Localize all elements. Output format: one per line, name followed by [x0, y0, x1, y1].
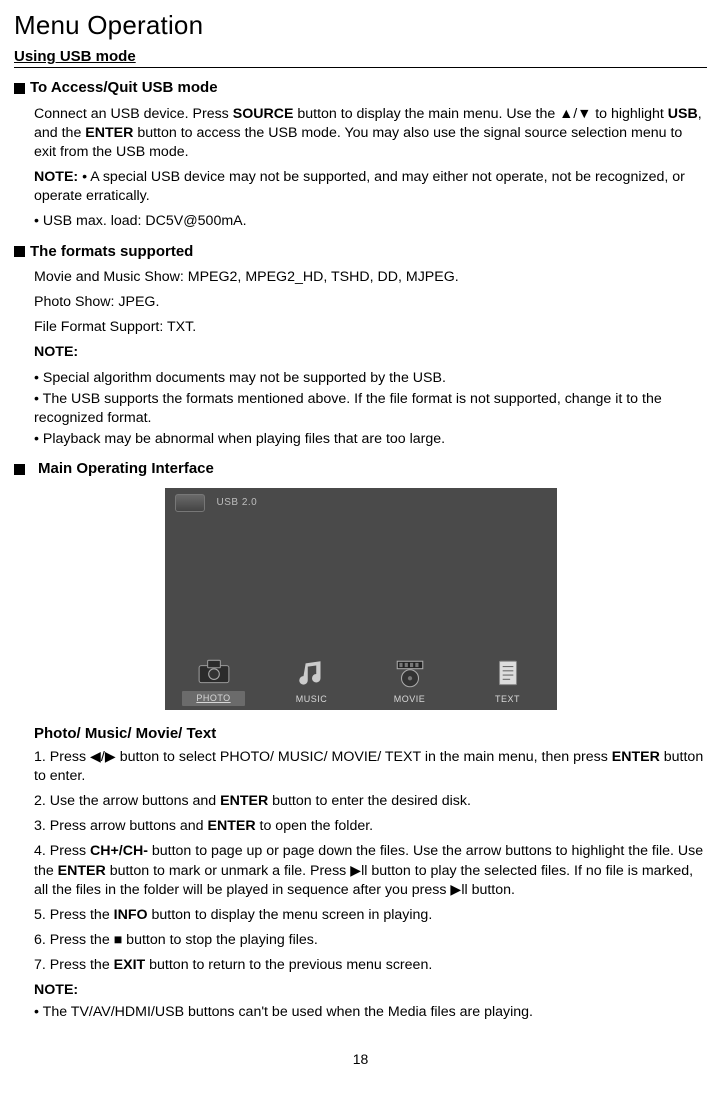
- bullet-line: • Playback may be abnormal when playing …: [34, 430, 707, 449]
- note-label: NOTE:: [34, 343, 707, 362]
- usb-version-label: USB 2.0: [217, 496, 258, 510]
- text: button to stop the playing files.: [122, 932, 318, 948]
- note-line: • The TV/AV/HDMI/USB buttons can't be us…: [34, 1003, 707, 1022]
- enter-label: ENTER: [208, 818, 256, 834]
- square-bullet-icon: [14, 83, 25, 94]
- text: button to enter the desired disk.: [268, 793, 471, 809]
- step-6: 6. Press the ■ button to stop the playin…: [34, 931, 707, 950]
- step-1: 1. Press ◀/▶ button to select PHOTO/ MUS…: [34, 748, 707, 786]
- usb-item-label: TEXT: [495, 693, 520, 705]
- text: button to select PHOTO/ MUSIC/ MOVIE/ TE…: [116, 749, 612, 765]
- sub-heading: Photo/ Music/ Movie/ Text: [34, 724, 707, 744]
- enter-label: ENTER: [85, 125, 133, 141]
- bullet-line: • Special algorithm documents may not be…: [34, 369, 707, 388]
- step-7: 7. Press the EXIT button to return to th…: [34, 956, 707, 975]
- section-subtitle: Using USB mode: [14, 47, 136, 67]
- text: 1. Press: [34, 749, 90, 765]
- usb-item-label: MOVIE: [394, 693, 426, 705]
- text-line: File Format Support: TXT.: [34, 318, 707, 337]
- play-pause-icon: ▶ll: [450, 882, 467, 898]
- note-label: NOTE:: [34, 981, 707, 1000]
- text: 4. Press: [34, 843, 90, 859]
- usb-item-text[interactable]: TEXT: [459, 648, 557, 710]
- music-note-icon: [292, 657, 332, 691]
- section-access-quit: To Access/Quit USB mode Connect an USB d…: [14, 78, 707, 231]
- text-line: Movie and Music Show: MPEG2, MPEG2_HD, T…: [34, 268, 707, 287]
- exit-label: EXIT: [114, 957, 146, 973]
- text: • A special USB device may not be suppor…: [34, 169, 685, 204]
- note-line: NOTE: • A special USB device may not be …: [34, 168, 707, 206]
- text: button.: [468, 882, 515, 898]
- text: to open the folder.: [256, 818, 374, 834]
- usb-item-photo[interactable]: PHOTO: [165, 648, 263, 710]
- step-2: 2. Use the arrow buttons and ENTER butto…: [34, 792, 707, 811]
- text: • The USB supports the formats mentioned…: [34, 391, 662, 426]
- paragraph: Connect an USB device. Press SOURCE butt…: [34, 105, 707, 163]
- info-label: INFO: [114, 907, 148, 923]
- enter-label: ENTER: [612, 749, 660, 765]
- stop-icon: ■: [114, 932, 123, 948]
- step-4: 4. Press CH+/CH- button to page up or pa…: [34, 842, 707, 900]
- usb-interface-screenshot: USB 2.0 PHOTO MUSIC MOVIE: [165, 488, 557, 710]
- text-line: Photo Show: JPEG.: [34, 293, 707, 312]
- usb-item-movie[interactable]: MOVIE: [361, 648, 459, 710]
- text: 3. Press arrow buttons and: [34, 818, 208, 834]
- section-heading: Main Operating Interface: [38, 459, 214, 479]
- text: 7. Press the: [34, 957, 114, 973]
- usb-item-label: MUSIC: [296, 693, 328, 705]
- note-line: • USB max. load: DC5V@500mA.: [34, 212, 707, 231]
- film-reel-icon: [390, 657, 430, 691]
- section-photo-music-movie-text: Photo/ Music/ Movie/ Text 1. Press ◀/▶ b…: [34, 724, 707, 1022]
- text: 2. Use the arrow buttons and: [34, 793, 220, 809]
- section-heading: To Access/Quit USB mode: [30, 78, 218, 98]
- step-5: 5. Press the INFO button to display the …: [34, 906, 707, 925]
- bullet-line: • The USB supports the formats mentioned…: [34, 390, 707, 428]
- step-3: 3. Press arrow buttons and ENTER to open…: [34, 817, 707, 836]
- camera-icon: [194, 655, 234, 689]
- usb-top-bar: USB 2.0: [165, 488, 557, 518]
- usb-label: USB: [668, 106, 698, 122]
- text: 5. Press the: [34, 907, 114, 923]
- text: button to mark or unmark a file. Press: [106, 863, 350, 879]
- left-right-arrow-icon: ◀/▶: [90, 749, 116, 765]
- text: button to display the menu screen in pla…: [148, 907, 433, 923]
- ch-label: CH+/CH-: [90, 843, 148, 859]
- usb-badge-icon: [175, 494, 205, 512]
- square-bullet-icon: [14, 246, 25, 257]
- text: 6. Press the: [34, 932, 114, 948]
- up-down-arrow-icon: ▲/▼: [559, 106, 591, 122]
- square-bullet-icon: [14, 464, 25, 475]
- enter-label: ENTER: [58, 863, 106, 879]
- play-pause-icon: ▶ll: [350, 863, 367, 879]
- usb-item-music[interactable]: MUSIC: [263, 648, 361, 710]
- text: button to return to the previous menu sc…: [145, 957, 432, 973]
- usb-menu-row: PHOTO MUSIC MOVIE TEXT: [165, 648, 557, 710]
- section-heading: The formats supported: [30, 242, 193, 262]
- text: button to display the main menu. Use the: [293, 106, 559, 122]
- document-icon: [488, 657, 528, 691]
- text: Connect an USB device. Press: [34, 106, 233, 122]
- page-title: Menu Operation: [14, 8, 707, 43]
- subtitle-row: Using USB mode: [14, 47, 707, 68]
- enter-label: ENTER: [220, 793, 268, 809]
- section-formats: The formats supported Movie and Music Sh…: [14, 242, 707, 450]
- text: to highlight: [591, 106, 668, 122]
- page-number: 18: [14, 1050, 707, 1069]
- usb-item-label: PHOTO: [182, 691, 244, 705]
- source-label: SOURCE: [233, 106, 294, 122]
- section-main-interface: Main Operating Interface USB 2.0 PHOTO M…: [14, 459, 707, 709]
- note-label: NOTE:: [34, 169, 78, 185]
